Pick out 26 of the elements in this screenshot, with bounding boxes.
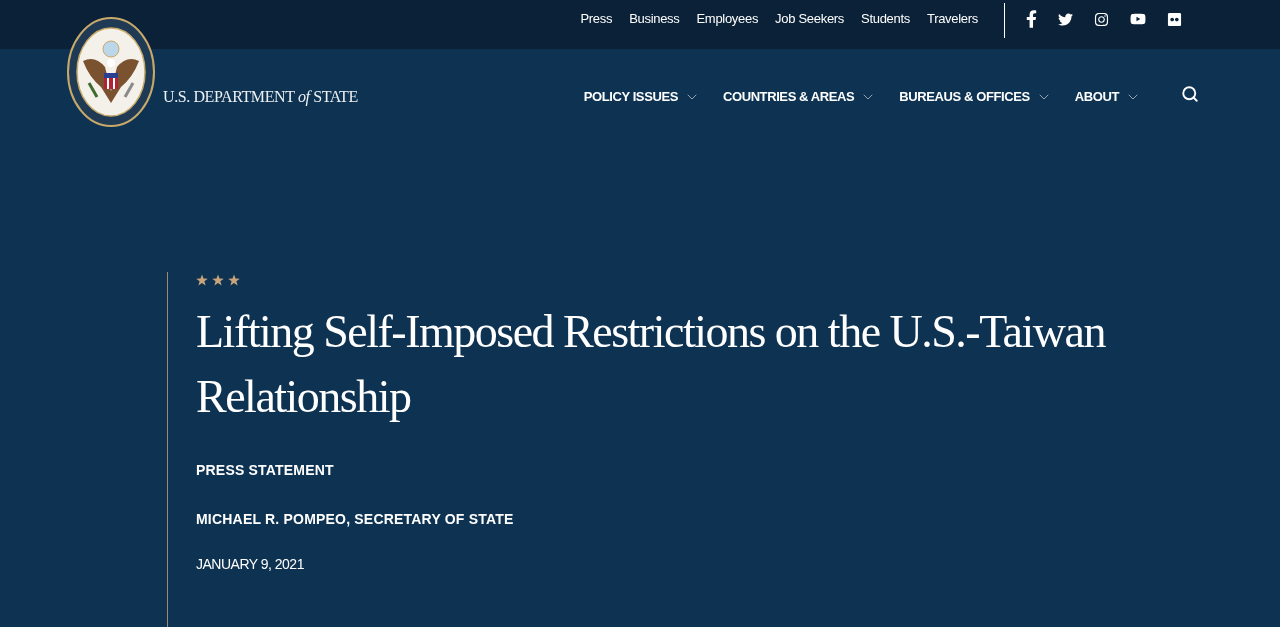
- nav-menu-item[interactable]: ABOUT: [1074, 87, 1141, 107]
- department-seal-logo[interactable]: [67, 17, 155, 127]
- flickr-icon[interactable]: [1167, 11, 1182, 27]
- article-date: JANUARY 9, 2021: [196, 555, 304, 574]
- star-icon: [212, 274, 224, 286]
- twitter-icon[interactable]: [1057, 11, 1074, 27]
- utility-link[interactable]: Business: [629, 9, 680, 29]
- youtube-icon[interactable]: [1129, 12, 1147, 26]
- nav-menu-item[interactable]: BUREAUS & OFFICES: [899, 87, 1052, 107]
- star-icon: [228, 274, 240, 286]
- star-icon: [196, 274, 208, 286]
- utility-link[interactable]: Press: [580, 9, 613, 29]
- utility-link[interactable]: Employees: [696, 9, 759, 29]
- site-name[interactable]: U.S. DEPARTMENT of STATE: [163, 85, 358, 109]
- search-button[interactable]: [1179, 83, 1201, 105]
- nav-menu-item[interactable]: POLICY ISSUES: [583, 87, 700, 107]
- utility-link[interactable]: Job Seekers: [775, 9, 845, 29]
- article-author: MICHAEL R. POMPEO, SECRETARY OF STATE: [196, 510, 514, 529]
- utility-link[interactable]: Travelers: [927, 9, 978, 29]
- search-icon: [1181, 85, 1199, 103]
- facebook-icon[interactable]: [1026, 10, 1037, 28]
- nav-menu-item[interactable]: COUNTRIES & AREAS: [722, 87, 877, 107]
- article-title: Lifting Self-Imposed Restrictions on the U.S.-Taiwan Relationship: [196, 305, 1107, 424]
- instagram-icon[interactable]: [1094, 11, 1109, 27]
- utility-link[interactable]: Students: [861, 9, 910, 29]
- article-type: PRESS STATEMENT: [196, 461, 334, 480]
